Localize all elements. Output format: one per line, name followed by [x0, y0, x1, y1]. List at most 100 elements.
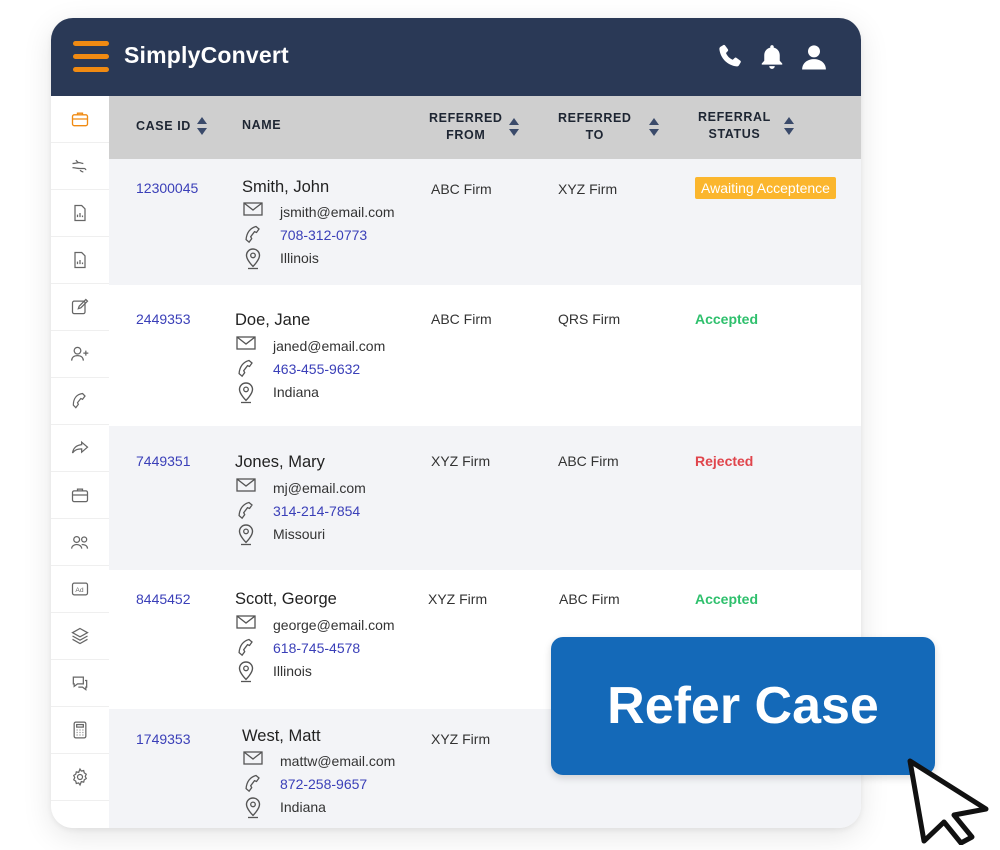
sidebar-item-calls[interactable] [51, 378, 109, 425]
sidebar-item-documents[interactable] [51, 190, 109, 237]
sidebar-item-add-user[interactable] [51, 331, 109, 378]
table-row[interactable]: 2449353 Doe, Jane janed@email.com 463-45… [109, 285, 861, 426]
mouse-cursor-icon [907, 758, 989, 845]
status-text: Rejected [695, 453, 754, 469]
edit-icon [71, 298, 89, 315]
table-row[interactable]: 7449351 Jones, Mary mj@email.com 314-214… [109, 426, 861, 570]
referred-from: ABC Firm [431, 181, 492, 197]
location-pin-icon [245, 797, 261, 819]
referred-from: ABC Firm [431, 311, 492, 327]
status-badge: Awaiting Acceptence [695, 177, 836, 199]
client-name: Smith, John [242, 178, 330, 196]
add-user-icon [71, 346, 89, 361]
sidebar-item-ads[interactable]: Ad [51, 566, 109, 613]
svg-text:Ad: Ad [75, 587, 83, 594]
briefcase-icon [71, 488, 89, 503]
referred-from: XYZ Firm [428, 591, 488, 607]
layers-icon [71, 627, 89, 645]
mail-icon [236, 615, 256, 629]
client-phone[interactable]: 314-214-7854 [235, 501, 360, 521]
ad-icon: Ad [71, 582, 89, 596]
referred-to: ABC Firm [558, 453, 619, 469]
mail-icon [236, 336, 256, 350]
sidebar: Ad [51, 96, 110, 828]
phone-icon [245, 225, 260, 244]
briefcase-icon [71, 112, 89, 127]
sidebar-item-edit[interactable] [51, 284, 109, 331]
client-phone[interactable]: 708-312-0773 [242, 225, 367, 245]
sidebar-item-team[interactable] [51, 519, 109, 566]
client-name: Doe, Jane [235, 311, 311, 329]
case-id-link[interactable]: 7449351 [136, 453, 191, 469]
referred-to: ABC Firm [559, 591, 620, 607]
sort-icon [783, 117, 794, 135]
location-pin-icon [238, 524, 254, 546]
column-header-referral-status[interactable]: REFERRAL STATUS [698, 109, 795, 143]
hamburger-menu-icon[interactable] [73, 41, 109, 73]
refer-case-button[interactable]: Refer Case [551, 637, 935, 775]
top-bar: SimplyConvert [51, 18, 861, 96]
phone-icon [245, 774, 260, 793]
case-id-link[interactable]: 1749353 [136, 731, 191, 747]
location-pin-icon [238, 382, 254, 404]
table-header: CASE ID NAME REFERRED FROM REFERRED TO REF… [109, 96, 861, 159]
column-header-referred-to[interactable]: REFERRED TO [558, 110, 660, 144]
sidebar-item-layers[interactable] [51, 613, 109, 660]
case-id-link[interactable]: 12300045 [136, 180, 198, 196]
client-phone[interactable]: 463-455-9632 [235, 359, 360, 379]
client-location: Indiana [235, 382, 319, 404]
phone-icon [238, 501, 253, 520]
sidebar-item-settings[interactable] [51, 754, 109, 801]
mail-icon [243, 751, 263, 765]
referred-to: QRS Firm [558, 311, 621, 327]
sidebar-item-calculator[interactable] [51, 707, 109, 754]
sort-icon [508, 118, 519, 136]
mail-icon [236, 478, 256, 492]
phone-icon [238, 359, 253, 378]
bell-icon[interactable] [757, 42, 787, 72]
case-id-link[interactable]: 8445452 [136, 591, 191, 607]
sidebar-item-referrals[interactable] [51, 425, 109, 472]
status-text: Accepted [695, 591, 759, 607]
share-icon [71, 440, 89, 454]
referred-from: XYZ Firm [431, 453, 491, 469]
client-email: jsmith@email.com [242, 202, 395, 222]
sidebar-item-intake[interactable] [51, 143, 109, 190]
sidebar-item-portfolio[interactable] [51, 472, 109, 519]
client-location: Illinois [242, 248, 319, 270]
gear-icon [72, 767, 88, 787]
sort-icon [196, 117, 207, 135]
column-header-referred-from[interactable]: REFERRED FROM [429, 110, 520, 144]
client-location: Missouri [235, 524, 325, 546]
column-header-name[interactable]: NAME [242, 117, 281, 134]
client-location: Indiana [242, 797, 326, 819]
hand-icon [72, 159, 87, 173]
case-id-link[interactable]: 2449353 [136, 311, 191, 327]
mail-icon [243, 202, 263, 216]
sidebar-item-cases[interactable] [51, 96, 109, 143]
phone-icon[interactable] [715, 42, 745, 72]
table-row[interactable]: 12300045 Smith, John jsmith@email.com 70… [109, 159, 861, 285]
client-location: Illinois [235, 661, 312, 683]
column-header-case-id[interactable]: CASE ID [136, 116, 208, 136]
sidebar-item-reports[interactable] [51, 237, 109, 284]
client-phone[interactable]: 872-258-9657 [242, 774, 367, 794]
client-email: mj@email.com [235, 478, 366, 498]
location-pin-icon [238, 661, 254, 683]
client-email: george@email.com [235, 615, 395, 635]
calculator-icon [73, 721, 87, 739]
client-name: West, Matt [242, 727, 321, 745]
status-text: Accepted [695, 311, 759, 327]
phone-icon [238, 638, 253, 657]
sidebar-item-messages[interactable] [51, 660, 109, 707]
document-icon [74, 204, 86, 222]
user-icon[interactable] [799, 42, 829, 72]
document-icon [74, 251, 86, 269]
app-title: SimplyConvert [124, 42, 289, 68]
referred-from: XYZ Firm [431, 731, 491, 747]
client-name: Jones, Mary [235, 453, 325, 471]
chat-icon [72, 676, 88, 691]
location-pin-icon [245, 248, 261, 270]
client-phone[interactable]: 618-745-4578 [235, 638, 360, 658]
client-email: janed@email.com [235, 336, 385, 356]
